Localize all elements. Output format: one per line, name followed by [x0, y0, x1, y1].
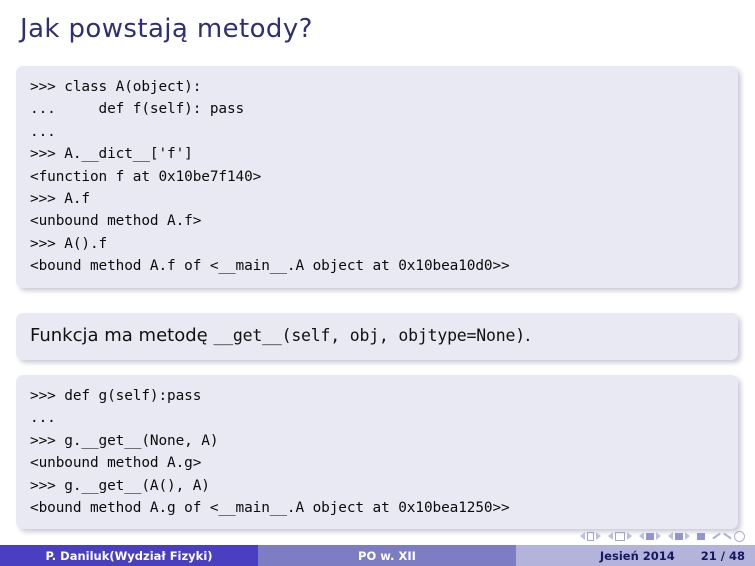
section-marker-icon[interactable]: [675, 532, 683, 540]
statement-line: Funkcja ma metodę __get__(self, obj, obj…: [30, 322, 724, 350]
code-line: <unbound method A.g>: [30, 455, 202, 472]
code-line: >>> g.__get__(None, A): [30, 432, 219, 449]
code-block-first: >>> class A(object): ... def f(self): pa…: [16, 66, 738, 288]
next-frame-icon[interactable]: [627, 532, 632, 540]
code-line: >>> class A(object):: [30, 79, 202, 95]
prev-subsection-icon[interactable]: [639, 532, 644, 540]
prev-section-icon[interactable]: [668, 532, 673, 540]
search-icon[interactable]: [734, 530, 745, 542]
code-line: ... def f(self): pass: [30, 101, 245, 118]
page-title: Jak powstają metody?: [20, 14, 313, 44]
footer-bar: P. Daniluk(Wydział Fizyki) PO w. XII Jes…: [0, 545, 755, 566]
code-line: >>> def g(self):pass: [30, 388, 202, 404]
frame-marker-icon[interactable]: [615, 531, 625, 541]
document-icon[interactable]: [697, 532, 705, 540]
code-line: <bound method A.g of <__main__.A object …: [30, 500, 510, 517]
slide-marker-icon[interactable]: [587, 531, 594, 541]
next-section-icon[interactable]: [685, 532, 690, 540]
statement-suffix: .: [524, 325, 531, 346]
beamer-navigation-bar[interactable]: [580, 529, 745, 543]
code-line: ...: [30, 410, 56, 427]
nav-group-tools[interactable]: [712, 530, 745, 542]
nav-group-slide[interactable]: [580, 531, 601, 541]
footer-author: P. Daniluk(Wydział Fizyki): [0, 545, 258, 566]
code-line: >>> A().f: [30, 235, 108, 252]
code-line: >>> g.__get__(A(), A): [30, 477, 210, 494]
nav-group-frame[interactable]: [608, 531, 632, 541]
footer-date: Jesień 2014: [599, 548, 675, 563]
nav-group-doc[interactable]: [697, 532, 705, 540]
code-block-second: >>> def g(self):pass ... >>> g.__get__(N…: [16, 375, 738, 530]
code-line: >>> A.f: [30, 191, 90, 208]
subsection-marker-icon[interactable]: [646, 532, 654, 540]
footer-subject: PO w. XII: [258, 545, 516, 566]
footer-meta: Jesień 2014 21 / 48: [516, 545, 755, 566]
statement-block: Funkcja ma metodę __get__(self, obj, obj…: [16, 313, 738, 360]
code-line: <function f at 0x10be7f140>: [30, 168, 262, 185]
nav-group-subsection[interactable]: [639, 532, 661, 540]
nav-group-section[interactable]: [668, 532, 690, 540]
prev-frame-icon[interactable]: [608, 532, 613, 540]
code-line: <unbound method A.f>: [30, 213, 202, 230]
prev-slide-icon[interactable]: [580, 532, 585, 540]
next-slide-icon[interactable]: [596, 532, 601, 540]
forward-icon[interactable]: [723, 532, 732, 540]
statement-prefix: Funkcja ma metodę: [30, 325, 214, 346]
code-line: <bound method A.f of <__main__.A object …: [30, 258, 510, 275]
next-subsection-icon[interactable]: [656, 532, 661, 540]
footer-page-number: 21 / 48: [700, 548, 745, 563]
code-line: ...: [30, 123, 56, 140]
slide: Jak powstają metody? >>> class A(object)…: [0, 0, 755, 566]
back-icon[interactable]: [712, 532, 721, 540]
code-line: >>> A.__dict__['f']: [30, 146, 193, 163]
statement-code: __get__(self, obj, objtype=None): [213, 326, 525, 345]
